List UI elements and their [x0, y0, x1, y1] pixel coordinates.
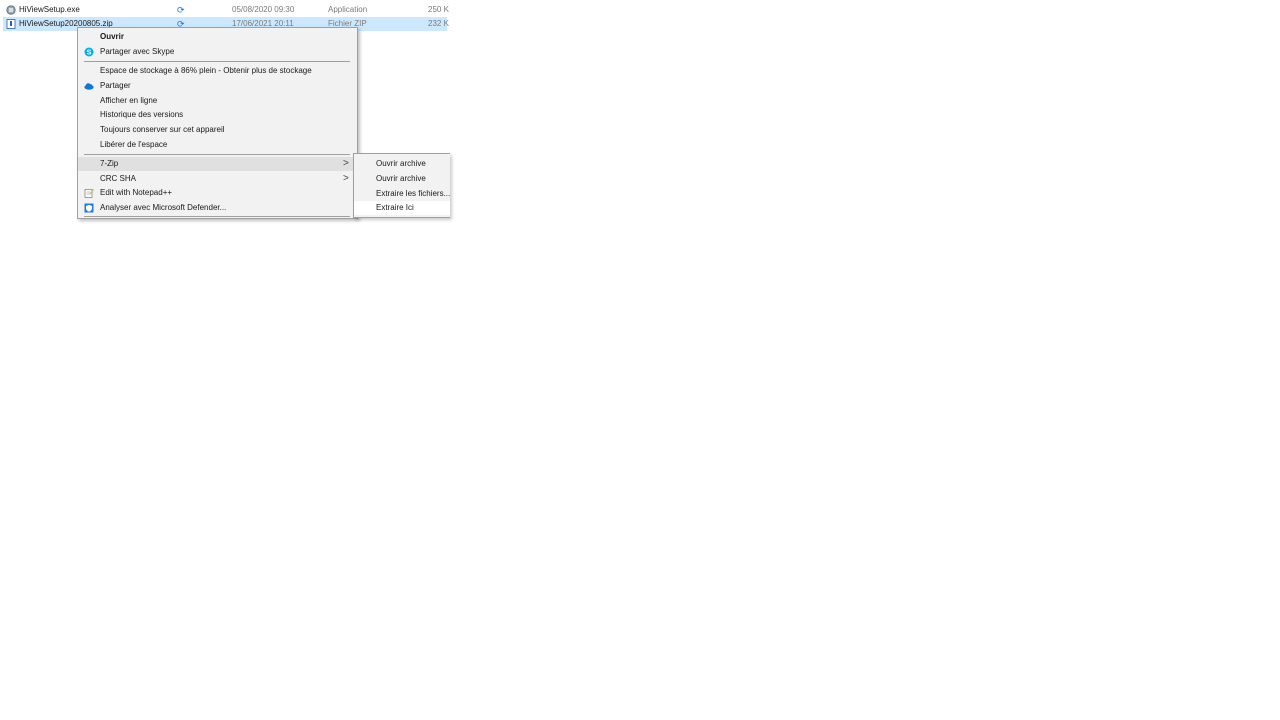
- skype-icon: S: [84, 47, 94, 57]
- submenu-item-label: Ouvrir archive: [376, 159, 426, 168]
- menu-item-label: Partager avec Skype: [100, 47, 175, 56]
- menu-item-label: CRC SHA: [100, 174, 137, 183]
- submenu-item-label: Ouvrir archive: [376, 174, 426, 183]
- exe-icon: [6, 5, 16, 15]
- menu-item-storage[interactable]: Espace de stockage à 86% plein - Obtenir…: [78, 64, 357, 78]
- menu-item-label: Libérer de l'espace: [100, 140, 168, 149]
- menu-item-label: Analyser avec Microsoft Defender...: [100, 203, 227, 212]
- menu-item-always-keep[interactable]: Toujours conserver sur cet appareil: [78, 123, 357, 137]
- submenu-item-open-archive[interactable]: Ouvrir archive: [354, 157, 450, 171]
- menu-item-label: Edit with Notepad++: [100, 188, 173, 197]
- file-name: HiViewSetup.exe: [19, 5, 80, 14]
- file-size: 232 K: [428, 19, 449, 28]
- menu-item-label: Ouvrir: [100, 32, 125, 41]
- menu-item-share[interactable]: Partager: [78, 79, 357, 93]
- menu-item-open[interactable]: Ouvrir: [78, 30, 357, 44]
- chevron-right-icon: >: [343, 173, 349, 184]
- zip-icon: [6, 19, 16, 29]
- submenu-item-label: Extraire Ici: [376, 203, 414, 212]
- menu-item-label: Partager: [100, 81, 131, 90]
- defender-icon: [84, 203, 94, 213]
- menu-item-edit-notepad[interactable]: Edit with Notepad++: [78, 186, 357, 200]
- menu-item-view-online[interactable]: Afficher en ligne: [78, 94, 357, 108]
- menu-item-label: Historique des versions: [100, 110, 184, 119]
- file-date: 05/08/2020 09:30: [232, 5, 295, 14]
- sync-icon: ⟳: [177, 5, 185, 15]
- file-size: 250 K: [428, 5, 449, 14]
- menu-item-share-skype[interactable]: S Partager avec Skype: [78, 45, 357, 59]
- menu-item-7zip[interactable]: 7-Zip >: [78, 157, 357, 171]
- submenu-7zip: Ouvrir archive Ouvrir archive Extraire l…: [353, 153, 450, 218]
- menu-item-version-history[interactable]: Historique des versions: [78, 108, 357, 122]
- menu-item-label: Afficher en ligne: [100, 96, 158, 105]
- menu-item-free-space[interactable]: Libérer de l'espace: [78, 138, 357, 152]
- file-type: Application: [328, 5, 368, 14]
- file-row[interactable]: HiViewSetup.exe ⟳ 05/08/2020 09:30 Appli…: [3, 3, 449, 17]
- menu-item-crc-sha[interactable]: CRC SHA >: [78, 172, 357, 186]
- onedrive-icon: [84, 81, 94, 91]
- submenu-item-extract-here[interactable]: Extraire Ici: [354, 201, 450, 215]
- chevron-right-icon: >: [343, 158, 349, 169]
- menu-item-defender[interactable]: Analyser avec Microsoft Defender...: [78, 201, 357, 215]
- submenu-item-label: Extraire les fichiers...: [376, 189, 451, 198]
- menu-separator: [84, 61, 350, 62]
- menu-separator: [84, 216, 350, 217]
- svg-text:S: S: [87, 50, 92, 57]
- menu-separator: [84, 154, 350, 155]
- notepad-plus-icon: [84, 188, 94, 198]
- menu-item-label: Toujours conserver sur cet appareil: [100, 125, 225, 134]
- submenu-item-extract-files[interactable]: Extraire les fichiers...: [354, 187, 450, 201]
- menu-item-label: Espace de stockage à 86% plein - Obtenir…: [100, 66, 312, 75]
- submenu-item-open-archive-2[interactable]: Ouvrir archive: [354, 172, 450, 186]
- context-menu: Ouvrir S Partager avec Skype Espace de s…: [77, 27, 358, 219]
- menu-item-label: 7-Zip: [100, 159, 119, 168]
